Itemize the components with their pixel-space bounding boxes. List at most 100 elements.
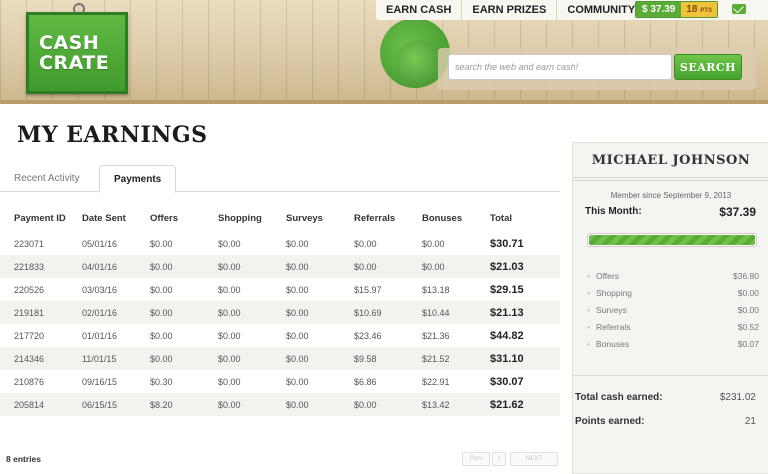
- total-cash-value: $231.02: [719, 392, 756, 403]
- tab-payments[interactable]: Payments: [99, 165, 177, 193]
- table-cell: $0.00: [272, 255, 340, 278]
- table-row: 217720 01/01/16 $0.00 $0.00 $0.00 $23.46 $21.3…: [0, 324, 560, 347]
- total-cash-label: Total cash earned:: [575, 392, 663, 403]
- table-cell: $0.00: [136, 301, 204, 324]
- table-cell: $44.82: [490, 329, 524, 342]
- column-header[interactable]: Offers: [136, 204, 204, 232]
- table-cell: $10.69: [340, 301, 408, 324]
- prev-page-button[interactable]: Prev: [462, 452, 490, 466]
- table-row: 221833 04/01/16 $0.00 $0.00 $0.00 $0.00 $0.00 $…: [0, 255, 560, 278]
- table-cell: 217720: [14, 330, 45, 341]
- points-earned-label: Points earned:: [575, 416, 645, 427]
- breakdown-label: Surveys: [587, 305, 627, 322]
- nav-earn-prizes[interactable]: EARN PRIZES: [462, 4, 556, 16]
- table-cell: $0.00: [150, 330, 173, 341]
- column-header[interactable]: Shopping: [204, 204, 272, 232]
- entries-count: 8 entries: [6, 454, 41, 464]
- balance-badge[interactable]: $ 37.39 18 PTS: [635, 1, 718, 18]
- table-cell: $0.00: [286, 284, 309, 295]
- table-cell: $0.00: [340, 255, 408, 278]
- table-cell: 220526: [14, 284, 45, 295]
- breakdown-label: Offers: [587, 271, 619, 288]
- column-header[interactable]: Total: [476, 204, 560, 232]
- points-unit: PTS: [700, 8, 712, 14]
- table-cell: 01/01/16: [82, 330, 118, 341]
- column-header[interactable]: Date Sent: [68, 204, 136, 232]
- table-cell: $0.00: [218, 330, 241, 341]
- table-cell: $0.00: [218, 238, 241, 249]
- table-cell: $0.00: [150, 238, 173, 249]
- table-cell: $30.07: [490, 375, 524, 388]
- search-button[interactable]: SEARCH: [674, 54, 742, 80]
- table-cell: $23.46: [354, 330, 382, 341]
- table-cell: $21.03: [476, 255, 560, 278]
- table-cell: $22.91: [422, 376, 450, 387]
- table-cell: $0.00: [340, 393, 408, 416]
- table-row: 220526 03/03/16 $0.00 $0.00 $0.00 $15.97 $13.1…: [0, 278, 560, 301]
- breakdown-label: Referrals: [587, 322, 630, 339]
- table-cell: $21.62: [476, 393, 560, 416]
- breakdown-value: $0.52: [737, 322, 759, 332]
- table-cell: $15.97: [354, 284, 382, 295]
- table-cell: $30.71: [490, 237, 524, 250]
- table-cell: $0.00: [422, 238, 445, 249]
- column-header[interactable]: Referrals: [340, 204, 408, 232]
- table-cell: 223071: [14, 238, 45, 249]
- table-row: 223071 05/01/16 $0.00 $0.00 $0.00 $0.00 $0.00 $…: [0, 232, 560, 255]
- column-header[interactable]: Payment ID: [0, 204, 68, 232]
- column-header[interactable]: Surveys: [272, 204, 340, 232]
- table-cell: 06/15/15: [68, 393, 136, 416]
- breakdown-value: $0.00: [737, 305, 759, 315]
- breakdown-item: Offers $36.80: [587, 271, 759, 288]
- table-cell: $0.00: [204, 301, 272, 324]
- page-number-button[interactable]: 1: [492, 452, 506, 466]
- site-header: CASH CRATE EARN CASH EARN PRIZES COMMUNI…: [0, 0, 768, 104]
- table-cell: $0.00: [408, 255, 476, 278]
- nav-earn-cash[interactable]: EARN CASH: [376, 4, 461, 16]
- table-cell: $0.00: [136, 347, 204, 370]
- table-cell: 05/01/16: [82, 238, 118, 249]
- table-cell: 214346: [0, 347, 68, 370]
- table-cell: $8.20: [136, 393, 204, 416]
- payments-table: Payment ID Date Sent Offers Shopping Sur…: [0, 204, 560, 416]
- table-cell: $13.18: [422, 284, 450, 295]
- mail-icon[interactable]: [732, 4, 746, 14]
- table-row: 210876 09/16/15 $0.30 $0.00 $0.00 $6.86 $22.91…: [0, 370, 560, 393]
- divider: [573, 177, 768, 181]
- breakdown-value: $36.80: [733, 271, 759, 281]
- cash-balance: $ 37.39: [636, 2, 682, 17]
- table-cell: $0.00: [272, 393, 340, 416]
- tab-recent-activity[interactable]: Recent Activity: [0, 165, 94, 192]
- table-cell: 219181: [0, 301, 68, 324]
- cashcrate-logo[interactable]: CASH CRATE: [26, 3, 128, 94]
- tab-bar: Recent Activity Payments: [0, 165, 560, 193]
- table-cell: $9.58: [340, 347, 408, 370]
- points-balance: 18 PTS: [681, 2, 717, 17]
- breakdown-item: Referrals $0.52: [587, 322, 759, 339]
- next-page-button[interactable]: NEXT: [510, 452, 558, 466]
- nav-community[interactable]: COMMUNITY: [557, 4, 645, 16]
- column-header[interactable]: Bonuses: [408, 204, 476, 232]
- breakdown-value: $0.00: [737, 288, 759, 298]
- table-row: 205814 06/15/15 $8.20 $0.00 $0.00 $0.00 $13.42…: [0, 393, 560, 416]
- this-month-value: $37.39: [719, 205, 756, 219]
- table-cell: $10.44: [408, 301, 476, 324]
- breakdown-item: Shopping $0.00: [587, 288, 759, 305]
- earnings-breakdown-list: Offers $36.80 Shopping $0.00 Surveys $0.00 Ref…: [587, 271, 759, 356]
- table-row: 219181 02/01/16 $0.00 $0.00 $0.00 $10.69 $10.4…: [0, 301, 560, 324]
- search-input[interactable]: [448, 54, 672, 80]
- table-cell: $6.86: [354, 376, 377, 387]
- breakdown-item: Surveys $0.00: [587, 305, 759, 322]
- table-cell: $0.00: [272, 301, 340, 324]
- table-cell: 210876: [14, 376, 45, 387]
- table-cell: $0.00: [286, 376, 309, 387]
- table-cell: 02/01/16: [68, 301, 136, 324]
- table-row: 214346 11/01/15 $0.00 $0.00 $0.00 $9.58 $21.52…: [0, 347, 560, 370]
- table-cell: 205814: [0, 393, 68, 416]
- table-cell: $0.00: [218, 376, 241, 387]
- breakdown-value: $0.07: [737, 339, 759, 349]
- breakdown-item: Bonuses $0.07: [587, 339, 759, 356]
- this-month-label: This Month:: [585, 206, 642, 217]
- breakdown-label: Bonuses: [587, 339, 629, 356]
- logo-hanger: [73, 3, 85, 15]
